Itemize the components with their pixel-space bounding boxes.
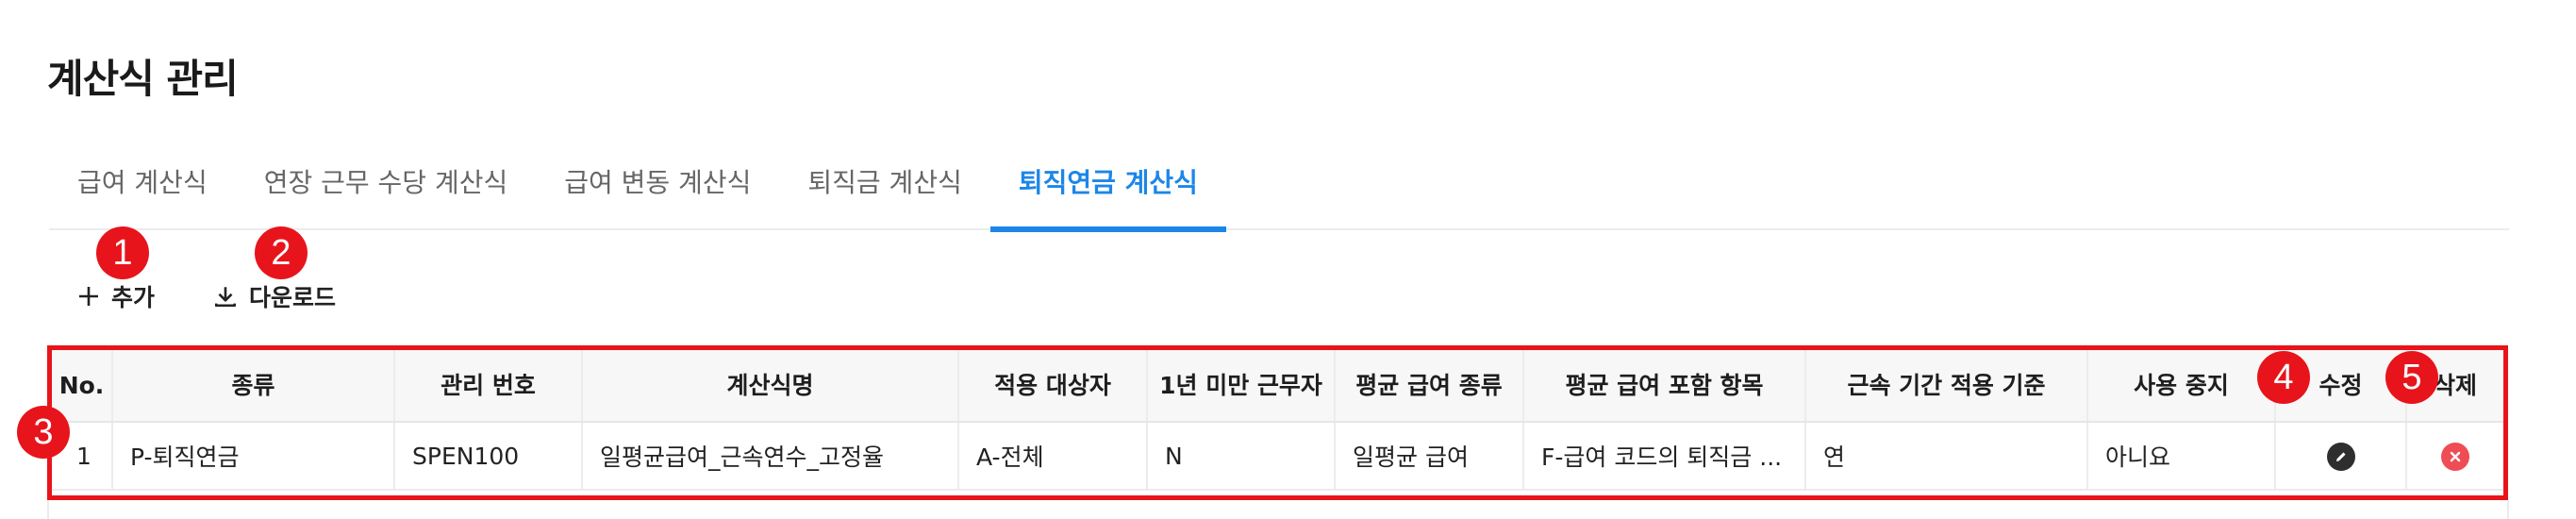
cell-target: A-전체 [958, 422, 1148, 491]
table-bottom-area [47, 500, 2509, 519]
annotation-marker-4: 4 [2257, 351, 2310, 404]
add-button-label: 추가 [111, 284, 156, 311]
cell-code: SPEN100 [394, 422, 583, 491]
download-icon [214, 287, 237, 308]
page-title: 계산식 관리 [47, 56, 239, 102]
pencil-icon[interactable] [2326, 442, 2355, 471]
column-header: 평균 급여 종류 [1335, 350, 1524, 423]
table-header-row: No. 종류 관리 번호 계산식명 적용 대상자 1년 미만 근무자 평균 급여… [52, 350, 2503, 423]
column-header: 1년 미만 근무자 [1147, 350, 1336, 423]
annotation-marker-3: 3 [17, 406, 70, 459]
column-header: 사용 중지 [2087, 350, 2276, 423]
cell-delete [2406, 422, 2503, 491]
cell-avg-pay-type: 일평균 급여 [1335, 422, 1524, 491]
cell-type: P-퇴직연금 [112, 422, 395, 491]
download-button[interactable]: 다운로드 [213, 279, 336, 313]
annotation-marker-1: 1 [96, 226, 149, 279]
tab-bar: 급여 계산식 연장 근무 수당 계산식 급여 변동 계산식 퇴직금 계산식 퇴직… [49, 151, 2509, 232]
tab-severance-formula[interactable]: 퇴직금 계산식 [779, 151, 989, 230]
close-circle-icon[interactable] [2441, 442, 2469, 471]
cell-edit [2275, 422, 2407, 491]
formula-table: No. 종류 관리 번호 계산식명 적용 대상자 1년 미만 근무자 평균 급여… [47, 345, 2508, 500]
cell-formula-name: 일평균급여_근속연수_고정율 [582, 422, 959, 491]
tab-salary-formula[interactable]: 급여 계산식 [49, 151, 236, 230]
column-header: 평균 급여 포함 항목 [1523, 350, 1806, 423]
table-row[interactable]: 1 P-퇴직연금 SPEN100 일평균급여_근속연수_고정율 A-전체 N 일… [52, 422, 2503, 491]
tab-salary-change-formula[interactable]: 급여 변동 계산식 [536, 151, 779, 230]
cell-suspended: 아니요 [2087, 422, 2276, 491]
column-header: 근속 기간 적용 기준 [1805, 350, 2088, 423]
cell-avg-pay-items: F-급여 코드의 퇴직금 ... [1523, 422, 1806, 491]
plus-icon [79, 287, 98, 306]
column-header: 종류 [112, 350, 395, 423]
download-button-label: 다운로드 [249, 284, 337, 311]
tab-overtime-formula[interactable]: 연장 근무 수당 계산식 [236, 151, 537, 230]
column-header: 계산식명 [582, 350, 959, 423]
tab-pension-formula[interactable]: 퇴직연금 계산식 [989, 151, 1226, 232]
cell-under-one-year: N [1147, 422, 1336, 491]
annotation-marker-5: 5 [2385, 351, 2438, 404]
column-header: 적용 대상자 [958, 350, 1148, 423]
column-header: 관리 번호 [394, 350, 583, 423]
add-button[interactable]: 추가 [77, 279, 155, 313]
annotation-marker-2: 2 [255, 226, 307, 279]
column-header: No. [52, 350, 113, 423]
cell-service-basis: 연 [1805, 422, 2088, 491]
